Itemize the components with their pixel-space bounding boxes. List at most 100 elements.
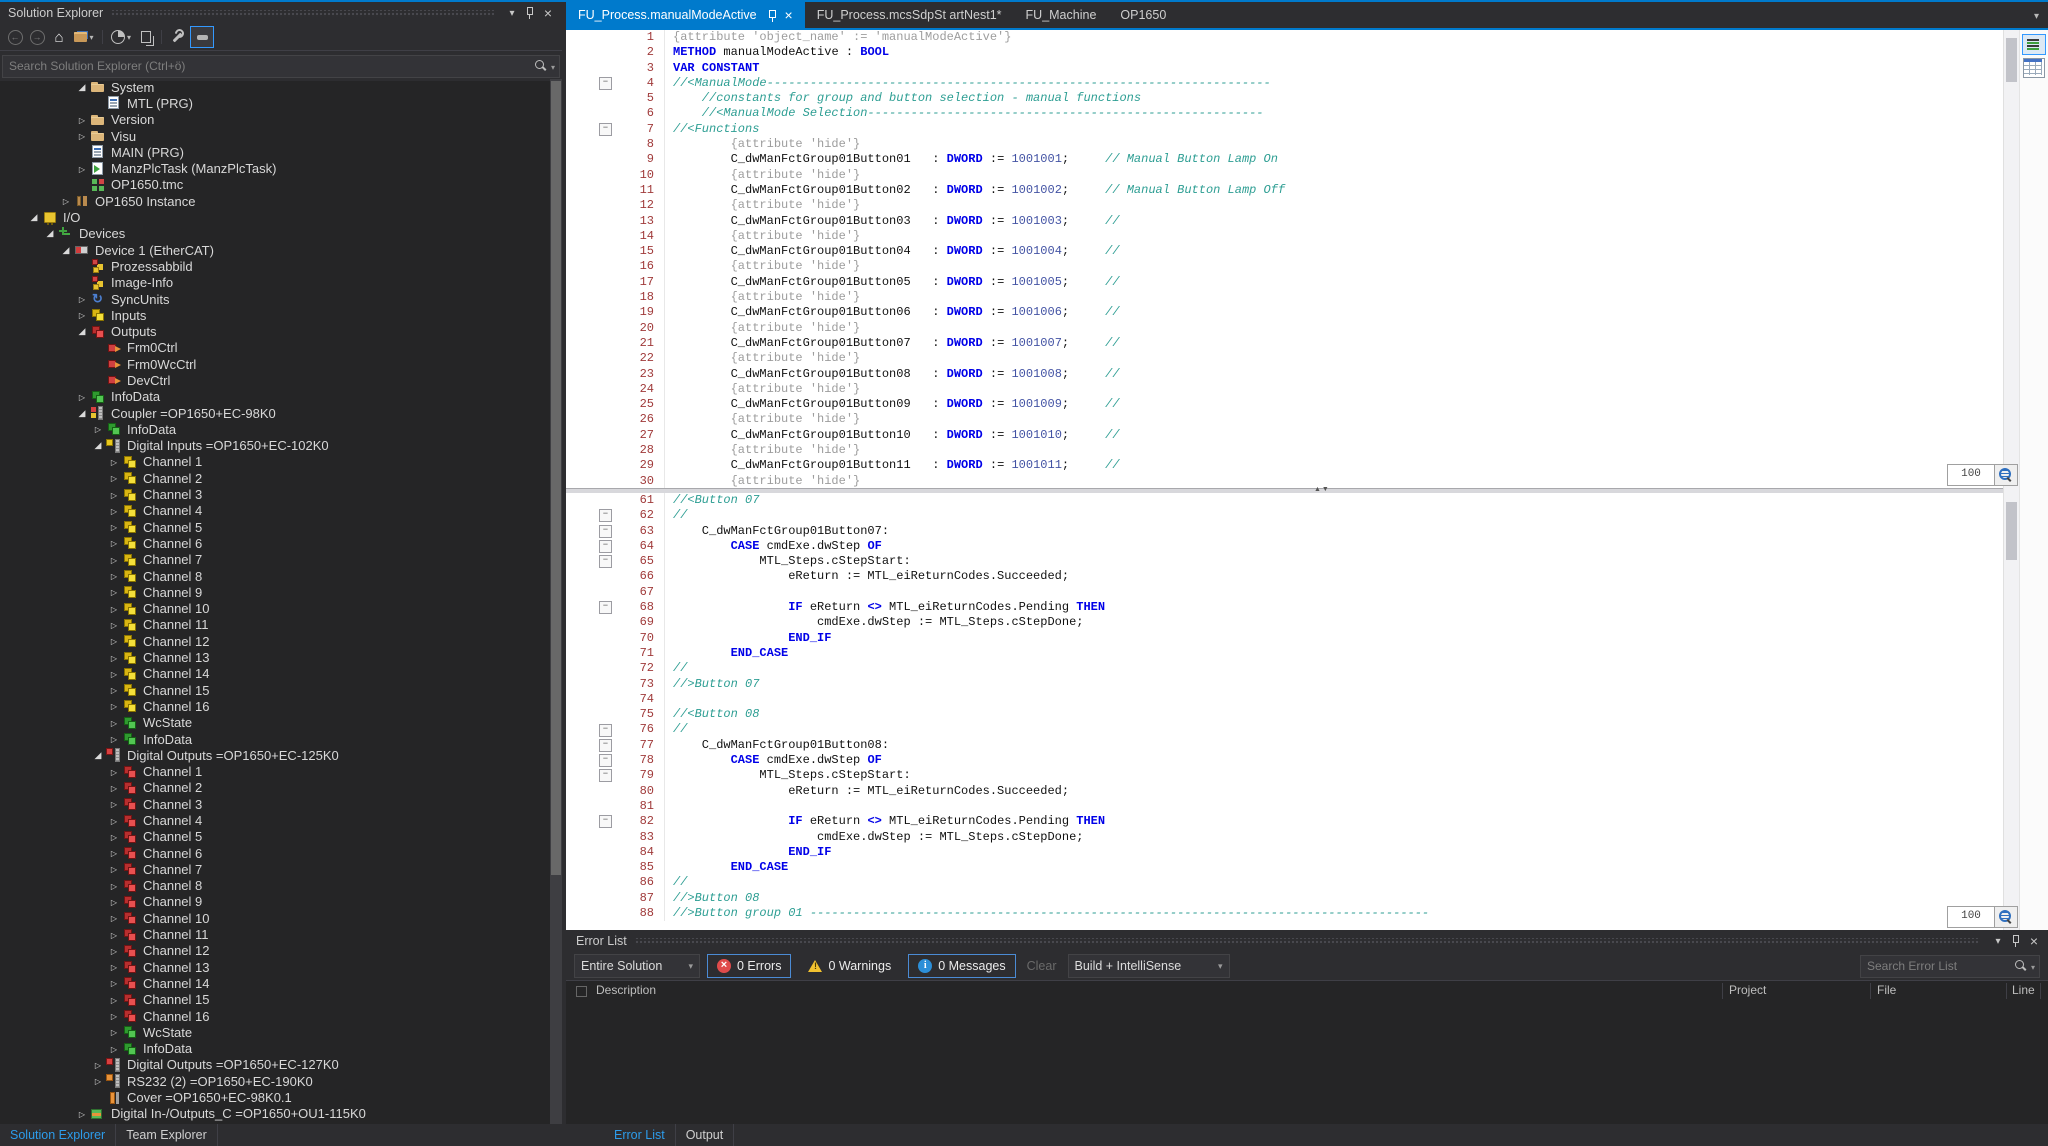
close-icon[interactable] xyxy=(2026,933,2042,949)
build-filter-dropdown[interactable]: Build + IntelliSense xyxy=(1068,954,1230,978)
code-line[interactable]: 29 C_dwManFctGroup01Button11 : DWORD := … xyxy=(566,458,2004,473)
tab-list-caret-icon[interactable] xyxy=(2025,6,2048,24)
expander-collapsed-icon[interactable] xyxy=(106,701,122,711)
tree-item[interactable]: Channel 8 xyxy=(0,568,550,584)
tree-item[interactable]: Image-Info xyxy=(0,275,550,291)
fold-collapse-icon[interactable] xyxy=(599,739,612,752)
code-line[interactable]: 23 C_dwManFctGroup01Button08 : DWORD := … xyxy=(566,367,2004,382)
tree-vertical-scrollbar[interactable] xyxy=(550,79,562,1124)
column-header-description[interactable]: Description xyxy=(596,981,656,1000)
expander-collapsed-icon[interactable] xyxy=(106,718,122,728)
expander-collapsed-icon[interactable] xyxy=(106,1011,122,1021)
fold-collapse-icon[interactable] xyxy=(599,754,612,767)
scrollbar-thumb-bottom-pane[interactable] xyxy=(2006,502,2017,560)
zoom-value[interactable]: 100 xyxy=(1948,465,1995,485)
text-view-icon[interactable] xyxy=(2022,34,2046,55)
code-line[interactable]: 76// xyxy=(566,722,2004,737)
tree-item[interactable]: Channel 9 xyxy=(0,584,550,600)
expander-collapsed-icon[interactable] xyxy=(74,1109,90,1119)
tree-item[interactable]: SyncUnits xyxy=(0,291,550,307)
tree-item[interactable]: RS232 (2) =OP1650+EC-190K0 xyxy=(0,1073,550,1089)
expander-collapsed-icon[interactable] xyxy=(106,457,122,467)
code-line[interactable]: 67 xyxy=(566,585,2004,600)
tree-item[interactable]: Channel 12 xyxy=(0,943,550,959)
tree-item[interactable]: OP1650.tmc xyxy=(0,177,550,193)
column-header-line[interactable]: Line xyxy=(2012,981,2035,1000)
code-line[interactable]: 28 {attribute 'hide'} xyxy=(566,443,2004,458)
fold-collapse-icon[interactable] xyxy=(599,815,612,828)
code-line[interactable]: 27 C_dwManFctGroup01Button10 : DWORD := … xyxy=(566,428,2004,443)
code-line[interactable]: 11 C_dwManFctGroup01Button02 : DWORD := … xyxy=(566,183,2004,198)
column-header-project[interactable]: Project xyxy=(1729,981,1766,1000)
tree-item[interactable]: Channel 13 xyxy=(0,649,550,665)
expander-collapsed-icon[interactable] xyxy=(106,864,122,874)
code-line[interactable]: 18 {attribute 'hide'} xyxy=(566,290,2004,305)
tree-item[interactable]: Channel 14 xyxy=(0,666,550,682)
code-line[interactable]: 20 {attribute 'hide'} xyxy=(566,321,2004,336)
expander-collapsed-icon[interactable] xyxy=(106,930,122,940)
tree-item[interactable]: I/O xyxy=(0,209,550,225)
expander-expanded-icon[interactable] xyxy=(42,228,58,239)
scrollbar-thumb-top-pane[interactable] xyxy=(2006,38,2017,82)
code-line[interactable]: 9 C_dwManFctGroup01Button01 : DWORD := 1… xyxy=(566,152,2004,167)
code-line[interactable]: 6 //<ManualMode Selection---------------… xyxy=(566,106,2004,121)
expander-collapsed-icon[interactable] xyxy=(106,962,122,972)
tree-item[interactable]: Channel 10 xyxy=(0,910,550,926)
code-line[interactable]: 5 //constants for group and button selec… xyxy=(566,91,2004,106)
code-line[interactable]: 62// xyxy=(566,508,2004,523)
code-line[interactable]: 69 cmdExe.dwStep := MTL_Steps.cStepDone; xyxy=(566,615,2004,630)
code-line[interactable]: 84 END_IF xyxy=(566,845,2004,860)
warnings-filter-button[interactable]: 0 Warnings xyxy=(798,954,901,978)
expander-collapsed-icon[interactable] xyxy=(74,131,90,141)
editor-tab[interactable]: FU_Process.mcsSdpSt artNest1* xyxy=(805,2,1014,28)
tree-item[interactable]: Channel 3 xyxy=(0,796,550,812)
expander-collapsed-icon[interactable] xyxy=(74,164,90,174)
code-line[interactable]: 8 {attribute 'hide'} xyxy=(566,137,2004,152)
tree-item[interactable]: Digital In-/Outputs_C =OP1650+OU1-115K0 xyxy=(0,1106,550,1122)
code-line[interactable]: 81 xyxy=(566,799,2004,814)
fold-collapse-icon[interactable] xyxy=(599,123,612,136)
clear-button[interactable]: Clear xyxy=(1023,959,1061,973)
search-options-caret-icon[interactable] xyxy=(2028,957,2035,975)
code-line[interactable]: 10 {attribute 'hide'} xyxy=(566,168,2004,183)
tree-item[interactable]: Channel 6 xyxy=(0,535,550,551)
code-line[interactable]: 26 {attribute 'hide'} xyxy=(566,412,2004,427)
fold-collapse-icon[interactable] xyxy=(599,525,612,538)
editor-zoom-control[interactable]: 100 xyxy=(1947,464,2018,486)
expander-expanded-icon[interactable] xyxy=(58,245,74,256)
tree-item[interactable]: Channel 8 xyxy=(0,878,550,894)
search-options-caret-icon[interactable] xyxy=(548,57,555,75)
tree-item[interactable]: Prozessabbild xyxy=(0,258,550,274)
tree-item[interactable]: DevCtrl xyxy=(0,372,550,388)
errors-filter-button[interactable]: 0 Errors xyxy=(707,954,791,978)
expander-collapsed-icon[interactable] xyxy=(106,734,122,744)
expander-collapsed-icon[interactable] xyxy=(106,604,122,614)
tree-item[interactable]: Channel 14 xyxy=(0,975,550,991)
code-line[interactable]: 83 cmdExe.dwStep := MTL_Steps.cStepDone; xyxy=(566,830,2004,845)
expander-collapsed-icon[interactable] xyxy=(106,767,122,777)
expander-collapsed-icon[interactable] xyxy=(74,294,90,304)
tree-item[interactable]: Digital Outputs =OP1650+EC-127K0 xyxy=(0,1057,550,1073)
tree-item[interactable]: Frm0WcCtrl xyxy=(0,356,550,372)
bottom-tab[interactable]: Output xyxy=(676,1124,735,1146)
expander-collapsed-icon[interactable] xyxy=(106,897,122,907)
code-line[interactable]: 77 C_dwManFctGroup01Button08: xyxy=(566,738,2004,753)
column-header-file[interactable]: File xyxy=(1877,981,1896,1000)
code-line[interactable]: 87//>Button 08 xyxy=(566,891,2004,906)
zoom-magnifier-icon[interactable] xyxy=(1995,907,2017,927)
fold-collapse-icon[interactable] xyxy=(599,509,612,522)
messages-filter-button[interactable]: 0 Messages xyxy=(908,954,1015,978)
bottom-tab[interactable]: Error List xyxy=(604,1124,676,1146)
tree-item[interactable]: Channel 16 xyxy=(0,1008,550,1024)
tree-item[interactable]: Channel 5 xyxy=(0,519,550,535)
tree-item[interactable]: Channel 1 xyxy=(0,454,550,470)
tree-item[interactable]: Frm0Ctrl xyxy=(0,340,550,356)
tree-item[interactable]: Digital Inputs =OP1650+EC-102K0 xyxy=(0,438,550,454)
tree-item[interactable]: Cover =OP1650+EC-98K0.1 xyxy=(0,1089,550,1105)
tree-item[interactable]: ManzPlcTask (ManzPlcTask) xyxy=(0,160,550,176)
expander-collapsed-icon[interactable] xyxy=(74,115,90,125)
expander-collapsed-icon[interactable] xyxy=(106,538,122,548)
code-line[interactable]: 75//<Button 08 xyxy=(566,707,2004,722)
tree-item[interactable]: Channel 16 xyxy=(0,698,550,714)
expander-collapsed-icon[interactable] xyxy=(106,636,122,646)
